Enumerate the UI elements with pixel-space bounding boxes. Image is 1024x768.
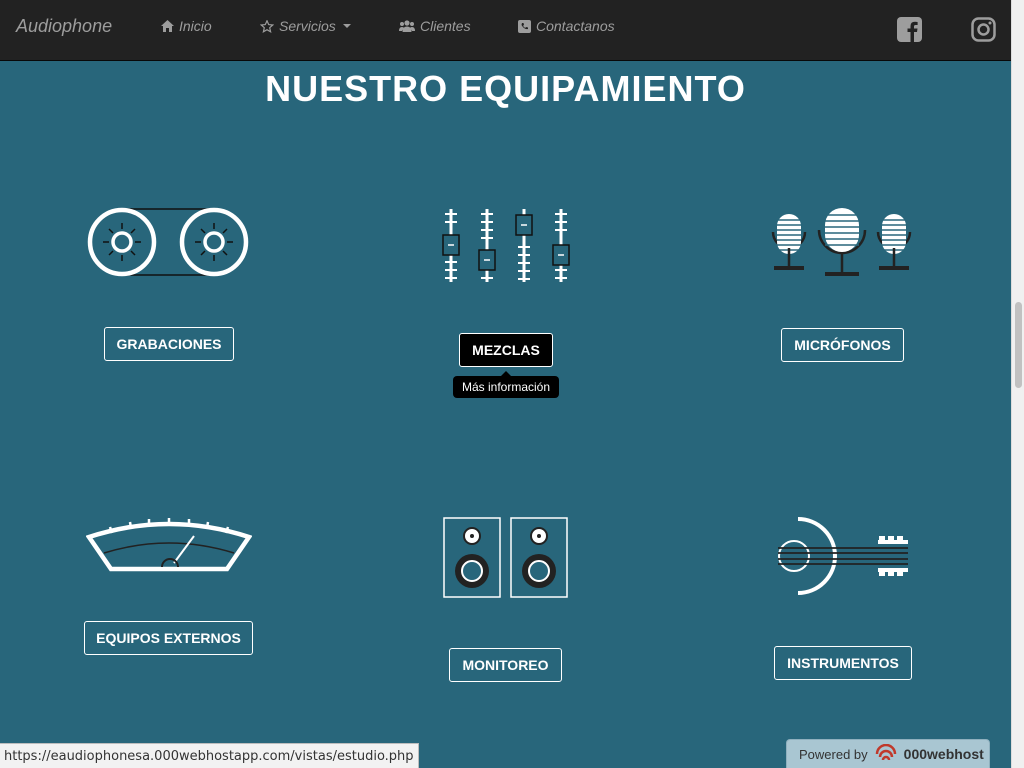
nav-contactanos[interactable]: Contactanos [518, 18, 615, 34]
navbar: Audiophone Inicio Servicios Clientes Con… [0, 0, 1011, 61]
microphones-icon [771, 208, 912, 276]
vu-meter-icon [86, 518, 252, 572]
guitar-icon [778, 517, 908, 595]
nav-servicios[interactable]: Servicios [260, 18, 351, 34]
facebook-icon[interactable] [897, 17, 922, 42]
powered-by-host: 000webhost [903, 746, 984, 762]
monitoreo-button[interactable]: MONITOREO [449, 648, 562, 682]
equipos-externos-button[interactable]: EQUIPOS EXTERNOS [84, 621, 253, 655]
star-icon [260, 19, 274, 33]
webhost-logo-icon [875, 744, 896, 761]
scrollbar-thumb[interactable] [1015, 302, 1022, 388]
grabaciones-button[interactable]: GRABACIONES [104, 327, 234, 361]
nav-clientes[interactable]: Clientes [399, 18, 471, 34]
instagram-icon[interactable] [971, 17, 996, 42]
chevron-down-icon [342, 24, 351, 28]
nav-clientes-label: Clientes [420, 18, 471, 34]
speakers-icon [443, 517, 568, 598]
tape-reel-icon [87, 207, 249, 277]
scrollbar[interactable] [1011, 0, 1024, 768]
nav-inicio-label: Inicio [179, 18, 212, 34]
powered-by-badge[interactable]: Powered by 000webhost [786, 739, 990, 768]
nav-servicios-label: Servicios [279, 18, 336, 34]
users-icon [399, 20, 415, 32]
powered-by-label: Powered by [799, 746, 868, 762]
status-bar-url: https://eaudiophonesa.000webhostapp.com/… [0, 743, 419, 768]
phone-icon [518, 19, 531, 33]
nav-inicio[interactable]: Inicio [161, 18, 212, 34]
brand-link[interactable]: Audiophone [16, 16, 112, 37]
nav-contactanos-label: Contactanos [536, 18, 615, 34]
tooltip: Más información [453, 371, 559, 398]
mixer-faders-icon [442, 209, 570, 282]
mezclas-button[interactable]: MEZCLAS [459, 333, 553, 367]
home-icon [161, 20, 174, 32]
microfonos-button[interactable]: MICRÓFONOS [781, 328, 904, 362]
instrumentos-button[interactable]: INSTRUMENTOS [774, 646, 912, 680]
page-title: NUESTRO EQUIPAMIENTO [265, 68, 746, 109]
